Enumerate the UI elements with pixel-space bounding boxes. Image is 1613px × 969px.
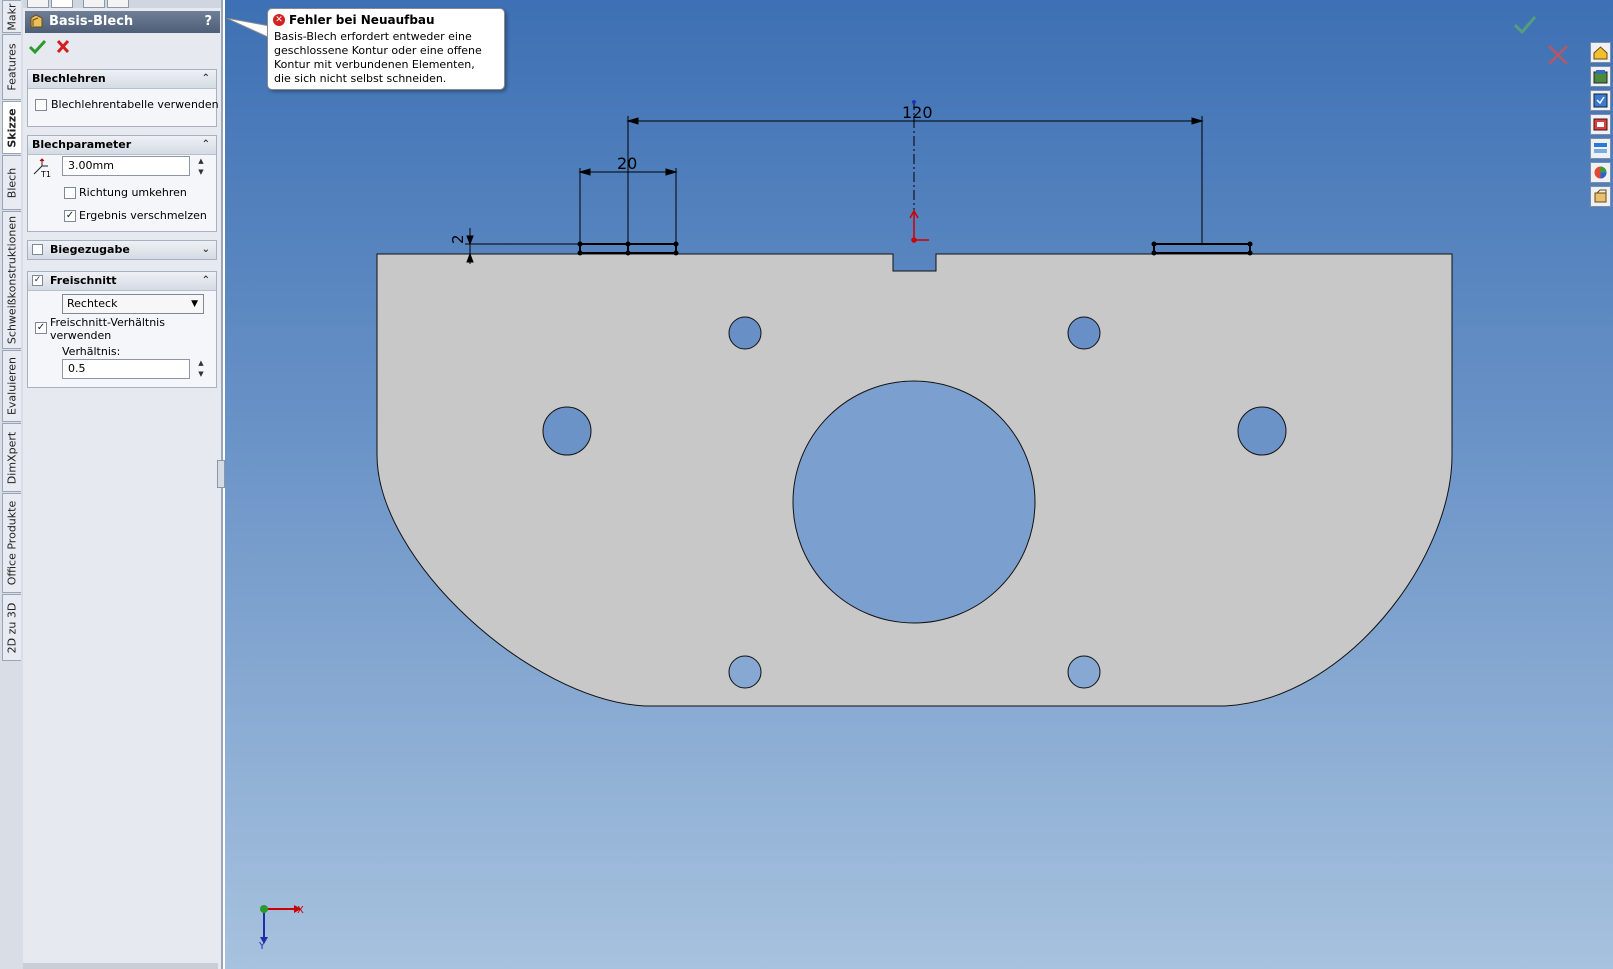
triad-y-label[interactable]: Y <box>258 941 266 952</box>
confirmation-ok-button[interactable] <box>1512 12 1538 38</box>
task-pane-library-button[interactable] <box>1590 66 1611 87</box>
tooltip-pointer <box>226 18 270 39</box>
tooltip-title: ✕ Fehler bei Neuaufbau <box>273 13 498 27</box>
center-bore-hole[interactable] <box>792 380 1036 624</box>
hole-bottom-right[interactable] <box>1067 655 1101 689</box>
task-pane-tabs <box>1588 40 1613 210</box>
custom-properties-icon <box>1594 166 1607 179</box>
task-pane-appearances-button[interactable] <box>1590 138 1611 159</box>
hole-mid-left[interactable] <box>542 406 592 456</box>
sketch-canvas[interactable]: 120 20 2 X Y <box>0 0 1613 969</box>
appearances-icon <box>1594 143 1607 153</box>
confirmation-cancel-button[interactable] <box>1545 42 1571 68</box>
design-library-icon <box>1593 70 1608 84</box>
task-pane-explorer-button[interactable] <box>1590 90 1611 111</box>
x-icon <box>1548 45 1568 65</box>
sketch-points[interactable] <box>577 241 1253 256</box>
error-icon: ✕ <box>273 14 285 26</box>
triad-x-label[interactable]: X <box>297 905 304 916</box>
dimension-label-20[interactable]: 20 <box>617 154 637 173</box>
view-palette-icon <box>1593 118 1608 131</box>
task-pane-custom-properties-button[interactable] <box>1590 162 1611 183</box>
rebuild-error-tooltip: ✕ Fehler bei Neuaufbau Basis-Blech erfor… <box>267 8 505 90</box>
sketch-origin-icon[interactable] <box>909 209 929 243</box>
hole-top-right[interactable] <box>1067 316 1101 350</box>
dimension-label-2[interactable]: 2 <box>449 234 467 244</box>
sketch-tab-right[interactable] <box>1153 243 1251 254</box>
hole-top-left[interactable] <box>728 316 762 350</box>
hole-bottom-left[interactable] <box>728 655 762 689</box>
task-pane-documents-button[interactable] <box>1590 186 1611 207</box>
tooltip-message: Basis-Blech erfordert entweder eine gesc… <box>274 30 482 85</box>
checkmark-icon <box>1513 16 1537 35</box>
coordinate-triad-icon[interactable]: X Y <box>258 905 304 952</box>
task-pane-view-palette-button[interactable] <box>1590 114 1611 135</box>
task-pane-home-button[interactable] <box>1590 42 1611 63</box>
documents-icon <box>1594 189 1607 203</box>
hole-mid-right[interactable] <box>1237 406 1287 456</box>
home-icon <box>1593 46 1608 60</box>
dimension-label-120[interactable]: 120 <box>902 103 933 122</box>
file-explorer-icon <box>1593 93 1608 108</box>
dimension-120[interactable] <box>626 116 1204 244</box>
